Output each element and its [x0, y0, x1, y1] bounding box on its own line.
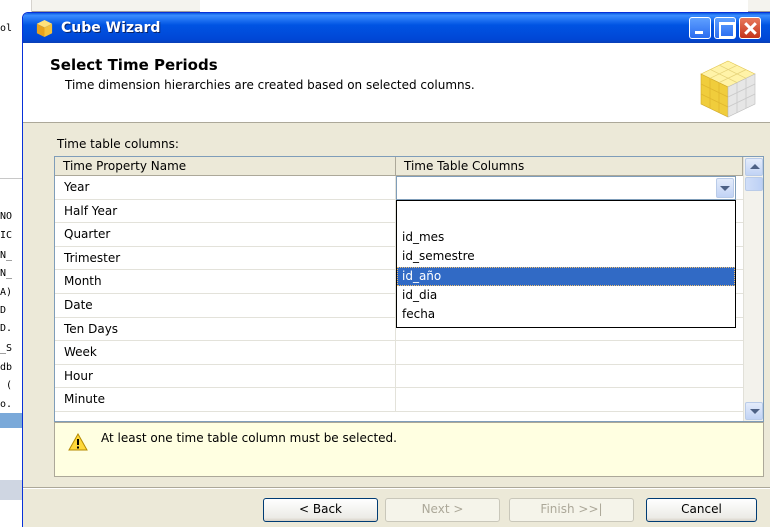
time-property-name: Year	[55, 176, 396, 199]
validation-message-panel: At least one time table column must be s…	[54, 422, 764, 477]
time-table-column-cell[interactable]	[396, 388, 743, 411]
grid-header: Time Property Name Time Table Columns	[55, 157, 743, 176]
table-row[interactable]: Hour	[55, 364, 743, 389]
dropdown-option[interactable]: id_semestre	[397, 247, 735, 266]
dropdown-option-selected[interactable]: id_año	[397, 267, 735, 286]
column-header-time-table-columns[interactable]: Time Table Columns	[396, 157, 743, 176]
table-row[interactable]: Minute	[55, 388, 743, 412]
column-header-time-property-name[interactable]: Time Property Name	[55, 157, 396, 176]
validation-message: At least one time table column must be s…	[101, 431, 397, 445]
time-property-name: Ten Days	[55, 317, 396, 341]
time-property-name: Quarter	[55, 223, 396, 246]
page-subtitle: Time dimension hierarchies are created b…	[65, 78, 475, 92]
scroll-down-icon[interactable]	[745, 402, 763, 420]
time-property-name: Week	[55, 341, 396, 364]
wizard-header: Select Time Periods Time dimension hiera…	[23, 43, 770, 123]
cube-banner-icon	[700, 60, 756, 118]
time-property-name: Half Year	[55, 199, 396, 223]
cube-wizard-window: Cube Wizard Select Time Periods Time dim…	[22, 12, 770, 527]
page-title: Select Time Periods	[50, 56, 218, 74]
maximize-button[interactable]	[714, 17, 736, 39]
title-bar[interactable]: Cube Wizard	[23, 13, 770, 43]
time-property-name: Hour	[55, 364, 396, 388]
background-selection	[0, 413, 22, 428]
dropdown-option[interactable]: id_mes	[397, 228, 735, 247]
time-property-name: Minute	[55, 388, 396, 411]
next-button[interactable]: Next >	[385, 498, 500, 522]
time-table-column-cell[interactable]	[396, 341, 743, 364]
scroll-up-icon[interactable]	[745, 158, 763, 176]
background-scrollbar	[0, 480, 22, 500]
window-title: Cube Wizard	[61, 20, 161, 36]
cube-icon	[36, 19, 53, 38]
time-property-name: Month	[55, 270, 396, 293]
column-dropdown-list[interactable]: id_mes id_semestre id_año id_dia fecha	[396, 200, 736, 328]
table-row[interactable]: Week	[55, 341, 743, 365]
dropdown-option[interactable]: id_dia	[397, 286, 735, 305]
time-properties-grid: Time Property Name Time Table Columns Ye…	[54, 156, 764, 422]
cancel-button[interactable]: Cancel	[646, 498, 757, 522]
time-property-name: Trimester	[55, 246, 396, 270]
back-button[interactable]: < Back	[263, 498, 378, 522]
year-column-combobox[interactable]	[396, 176, 736, 200]
finish-button[interactable]: Finish >>|	[509, 498, 634, 522]
close-button[interactable]	[739, 17, 761, 39]
background-app-header-right	[748, 0, 770, 12]
dropdown-option[interactable]	[397, 203, 735, 222]
scroll-thumb[interactable]	[745, 177, 763, 191]
time-property-name: Date	[55, 293, 396, 317]
footer-divider	[23, 487, 770, 489]
warning-icon	[68, 433, 88, 451]
minimize-button[interactable]	[689, 17, 711, 39]
grid-scrollbar[interactable]	[743, 157, 763, 421]
dropdown-option[interactable]: fecha	[397, 305, 735, 324]
time-table-columns-label: Time table columns:	[57, 137, 179, 151]
dropdown-arrow-icon[interactable]	[716, 178, 734, 198]
time-table-column-cell[interactable]	[396, 365, 743, 388]
